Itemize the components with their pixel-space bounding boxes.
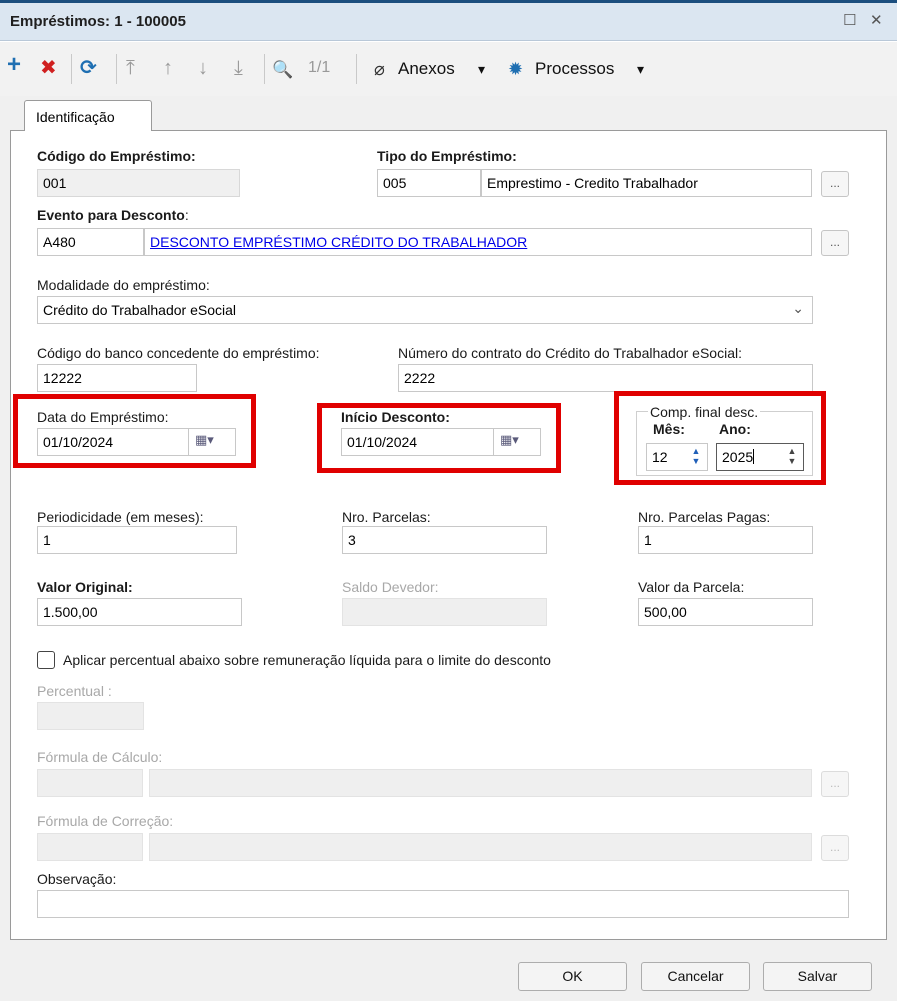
contrato-field[interactable]: 2222: [398, 364, 813, 392]
contrato-label: Número do contrato do Crédito do Trabalh…: [398, 345, 742, 361]
delete-icon[interactable]: ✖: [40, 56, 57, 80]
add-icon[interactable]: +: [7, 53, 21, 77]
ano-label: Ano:: [719, 421, 751, 437]
aplicar-percentual-label[interactable]: Aplicar percentual abaixo sobre remunera…: [63, 652, 551, 668]
inicio-desconto-label: Início Desconto:: [341, 409, 450, 425]
data-emprestimo-value: 01/10/2024: [43, 434, 114, 450]
toolbar-separator: [71, 54, 72, 84]
save-button[interactable]: Salvar: [763, 962, 872, 991]
ano-value: 2025: [722, 449, 754, 465]
evento-description-link[interactable]: DESCONTO EMPRÉSTIMO CRÉDITO DO TRABALHAD…: [150, 234, 527, 250]
tipo-label: Tipo do Empréstimo:: [377, 148, 517, 164]
mes-spinner[interactable]: 12 ▲ ▼: [646, 443, 708, 471]
page-indicator: 1/1: [308, 59, 331, 76]
toolbar-separator: [356, 54, 357, 84]
data-emprestimo-label: Data do Empréstimo:: [37, 409, 169, 425]
inicio-desconto-value: 01/10/2024: [347, 434, 418, 450]
divider: [493, 429, 494, 455]
observacao-field[interactable]: [37, 890, 849, 918]
refresh-icon[interactable]: ⟳: [80, 56, 97, 80]
evento-label: Evento para Desconto:: [37, 207, 189, 223]
ok-button[interactable]: OK: [518, 962, 627, 991]
ano-spinner-arrows-icon[interactable]: ▲ ▼: [783, 446, 801, 468]
data-emprestimo-field[interactable]: 01/10/2024 ▦▾: [37, 428, 236, 456]
comp-final-label: Comp. final desc.: [648, 404, 761, 420]
toolbar-separator: [264, 54, 265, 84]
gear-icon[interactable]: ✹: [508, 57, 523, 81]
text-cursor: [753, 449, 755, 464]
formula-calculo-description-field: [149, 769, 812, 797]
formula-correcao-code-field: [37, 833, 143, 861]
saldo-devedor-label: Saldo Devedor:: [342, 579, 439, 595]
evento-description-field[interactable]: DESCONTO EMPRÉSTIMO CRÉDITO DO TRABALHAD…: [144, 228, 812, 256]
maximize-icon[interactable]: ☐: [843, 11, 856, 29]
ano-spinner[interactable]: 2025 ▲ ▼: [716, 443, 804, 471]
aplicar-percentual-checkbox[interactable]: [37, 651, 55, 669]
divider: [188, 429, 189, 455]
anexos-menu[interactable]: Anexos: [398, 59, 455, 79]
formula-calculo-label: Fórmula de Cálculo:: [37, 749, 163, 765]
modalidade-label: Modalidade do empréstimo:: [37, 277, 210, 293]
calendar-icon[interactable]: ▦▾: [500, 432, 534, 452]
percentual-field: [37, 702, 144, 730]
tab-identificacao[interactable]: Identificação: [24, 100, 152, 131]
modalidade-select[interactable]: Crédito do Trabalhador eSocial ⌄: [37, 296, 813, 324]
search-icon[interactable]: 🔍: [272, 58, 293, 82]
codigo-field: 001: [37, 169, 240, 197]
periodicidade-field[interactable]: 1: [37, 526, 237, 554]
toolbar-separator: [116, 54, 117, 84]
tipo-code-field[interactable]: 005: [377, 169, 481, 197]
banco-field[interactable]: 12222: [37, 364, 197, 392]
inicio-desconto-field[interactable]: 01/10/2024 ▦▾: [341, 428, 541, 456]
evento-code-field[interactable]: A480: [37, 228, 144, 256]
parcelas-pagas-field[interactable]: 1: [638, 526, 813, 554]
nro-parcelas-field[interactable]: 3: [342, 526, 547, 554]
anexos-dropdown-icon[interactable]: ▾: [478, 61, 485, 78]
chevron-down-icon[interactable]: ⌄: [792, 300, 804, 317]
mes-label: Mês:: [653, 421, 685, 437]
paperclip-icon[interactable]: ⌀: [374, 57, 385, 81]
percentual-label: Percentual :: [37, 683, 112, 699]
modalidade-selected-value: Crédito do Trabalhador eSocial: [43, 302, 237, 318]
toolbar: + ✖ ⟳ ⤒ ↑ ↓ ⤓ 🔍 1/1 ⌀ Anexos ▾ ✹ Process…: [0, 42, 897, 96]
title-bar: Empréstimos: 1 - 100005 ☐ ✕: [0, 3, 897, 41]
formula-calculo-lookup-button: ...: [821, 771, 849, 797]
formula-correcao-lookup-button: ...: [821, 835, 849, 861]
previous-record-icon[interactable]: ↑: [163, 56, 173, 80]
banco-label: Código do banco concedente do empréstimo…: [37, 345, 320, 361]
valor-parcela-label: Valor da Parcela:: [638, 579, 745, 595]
saldo-devedor-field: [342, 598, 547, 626]
mes-value: 12: [652, 449, 668, 465]
formula-correcao-label: Fórmula de Correção:: [37, 813, 174, 829]
codigo-label: Código do Empréstimo:: [37, 148, 196, 164]
parcelas-pagas-label: Nro. Parcelas Pagas:: [638, 509, 771, 525]
last-record-icon[interactable]: ⤓: [234, 56, 243, 80]
next-record-icon[interactable]: ↓: [198, 56, 208, 80]
cancel-button[interactable]: Cancelar: [641, 962, 750, 991]
periodicidade-label: Periodicidade (em meses):: [37, 509, 204, 525]
mes-spinner-arrows-icon[interactable]: ▲ ▼: [687, 446, 705, 468]
processos-dropdown-icon[interactable]: ▾: [637, 61, 644, 78]
valor-original-field[interactable]: 1.500,00: [37, 598, 242, 626]
valor-original-label: Valor Original:: [37, 579, 133, 595]
tipo-description-field[interactable]: Emprestimo - Credito Trabalhador: [481, 169, 812, 197]
observacao-label: Observação:: [37, 871, 117, 887]
formula-calculo-code-field: [37, 769, 143, 797]
evento-lookup-button[interactable]: ...: [821, 230, 849, 256]
formula-correcao-description-field: [149, 833, 812, 861]
valor-parcela-field[interactable]: 500,00: [638, 598, 813, 626]
window-title: Empréstimos: 1 - 100005: [10, 13, 186, 30]
close-icon[interactable]: ✕: [870, 11, 883, 29]
nro-parcelas-label: Nro. Parcelas:: [342, 509, 431, 525]
tipo-lookup-button[interactable]: ...: [821, 171, 849, 197]
processos-menu[interactable]: Processos: [535, 59, 614, 79]
calendar-icon[interactable]: ▦▾: [195, 432, 229, 452]
first-record-icon[interactable]: ⤒: [126, 56, 135, 80]
